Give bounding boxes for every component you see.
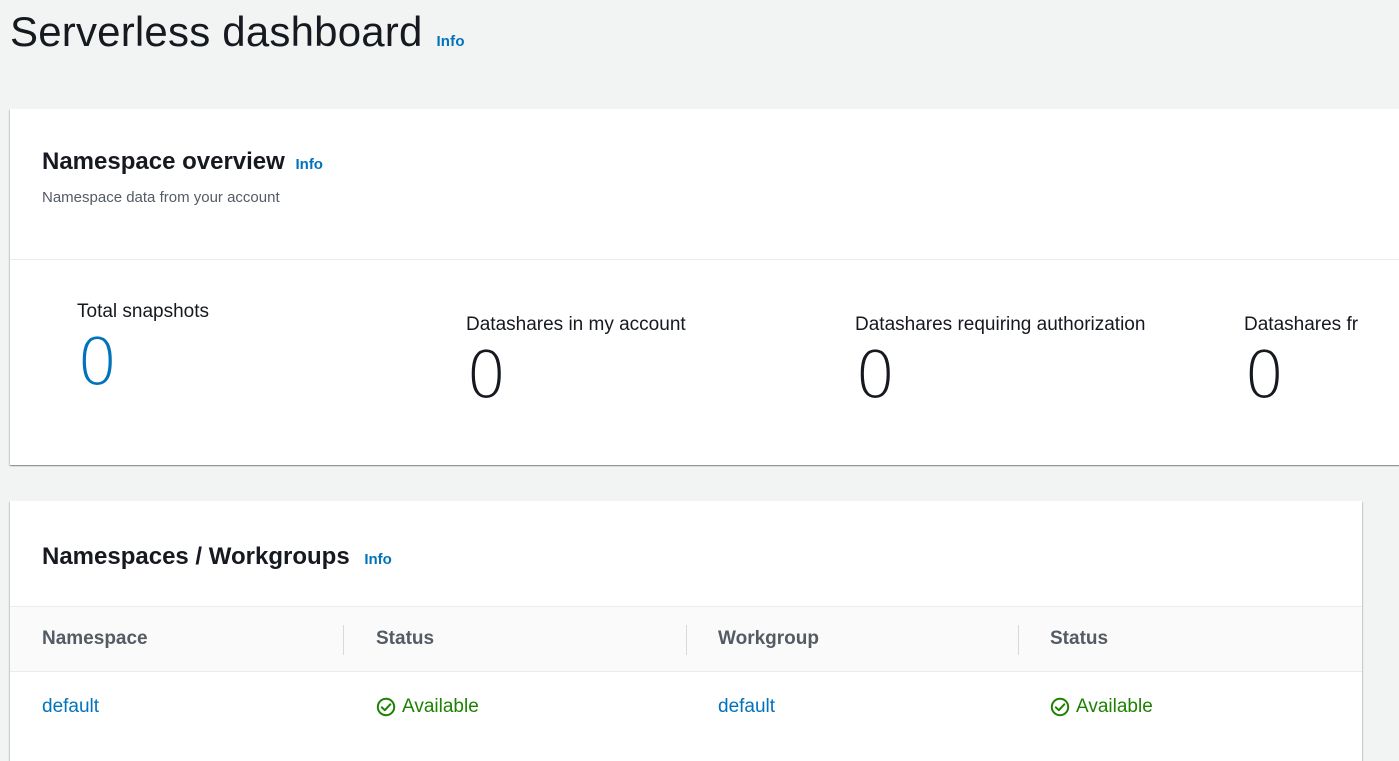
workgroup-status: Available xyxy=(1050,672,1153,742)
metric-label: Total snapshots xyxy=(77,301,210,322)
column-header-workgroup[interactable]: Workgroup xyxy=(718,607,819,671)
metric-label: Datashares in my account xyxy=(466,314,686,335)
page-title: Serverless dashboard Info xyxy=(10,8,465,56)
table-row: default Available default Available xyxy=(10,672,1362,742)
page-info-link[interactable]: Info xyxy=(436,33,464,50)
metric-value-link[interactable]: 0 xyxy=(77,331,209,395)
metric-datashares-requiring-authorization: Datashares requiring authorization 0 xyxy=(855,314,1145,408)
workgroup-link[interactable]: default xyxy=(718,672,775,742)
status-label: Available xyxy=(402,696,479,717)
column-divider xyxy=(343,625,344,655)
namespace-overview-title: Namespace overview Info xyxy=(42,148,323,176)
column-divider xyxy=(686,625,687,655)
column-header-workgroup-status[interactable]: Status xyxy=(1050,607,1108,671)
metric-value: 0 xyxy=(855,339,896,413)
column-header-namespace[interactable]: Namespace xyxy=(42,607,148,671)
metric-label: Datashares requiring authorization xyxy=(855,314,1146,335)
metric-total-snapshots: Total snapshots 0 xyxy=(77,301,209,395)
namespaces-table: Namespace Status Workgroup Status defaul… xyxy=(10,606,1362,742)
namespaces-workgroups-card: Namespaces / Workgroups Info Namespace S… xyxy=(10,501,1362,761)
namespace-link[interactable]: default xyxy=(42,672,99,742)
metric-label: Datashares fr xyxy=(1244,314,1359,335)
namespace-overview-description: Namespace data from your account xyxy=(42,189,280,206)
check-circle-icon xyxy=(376,697,396,717)
namespaces-workgroups-title: Namespaces / Workgroups Info xyxy=(42,543,392,571)
namespace-overview-info-link[interactable]: Info xyxy=(295,156,323,173)
status-label: Available xyxy=(1076,696,1153,717)
column-divider xyxy=(1018,625,1019,655)
metric-value: 0 xyxy=(466,339,507,413)
namespaces-workgroups-info-link[interactable]: Info xyxy=(364,551,392,568)
namespaces-workgroups-title-text: Namespaces / Workgroups xyxy=(42,543,350,570)
metric-value: 0 xyxy=(1244,339,1285,413)
namespace-overview-header: Namespace overview Info Namespace data f… xyxy=(10,109,1399,260)
check-circle-icon xyxy=(1050,697,1070,717)
column-header-status[interactable]: Status xyxy=(376,607,434,671)
metric-datashares-from-other-accounts: Datashares fr 0 xyxy=(1244,314,1358,408)
namespace-overview-card: Namespace overview Info Namespace data f… xyxy=(10,109,1399,465)
table-header: Namespace Status Workgroup Status xyxy=(10,606,1362,672)
metric-datashares-in-my-account: Datashares in my account 0 xyxy=(466,314,686,408)
page-title-text: Serverless dashboard xyxy=(10,8,423,55)
namespace-status: Available xyxy=(376,672,479,742)
namespace-overview-title-text: Namespace overview xyxy=(42,148,285,175)
